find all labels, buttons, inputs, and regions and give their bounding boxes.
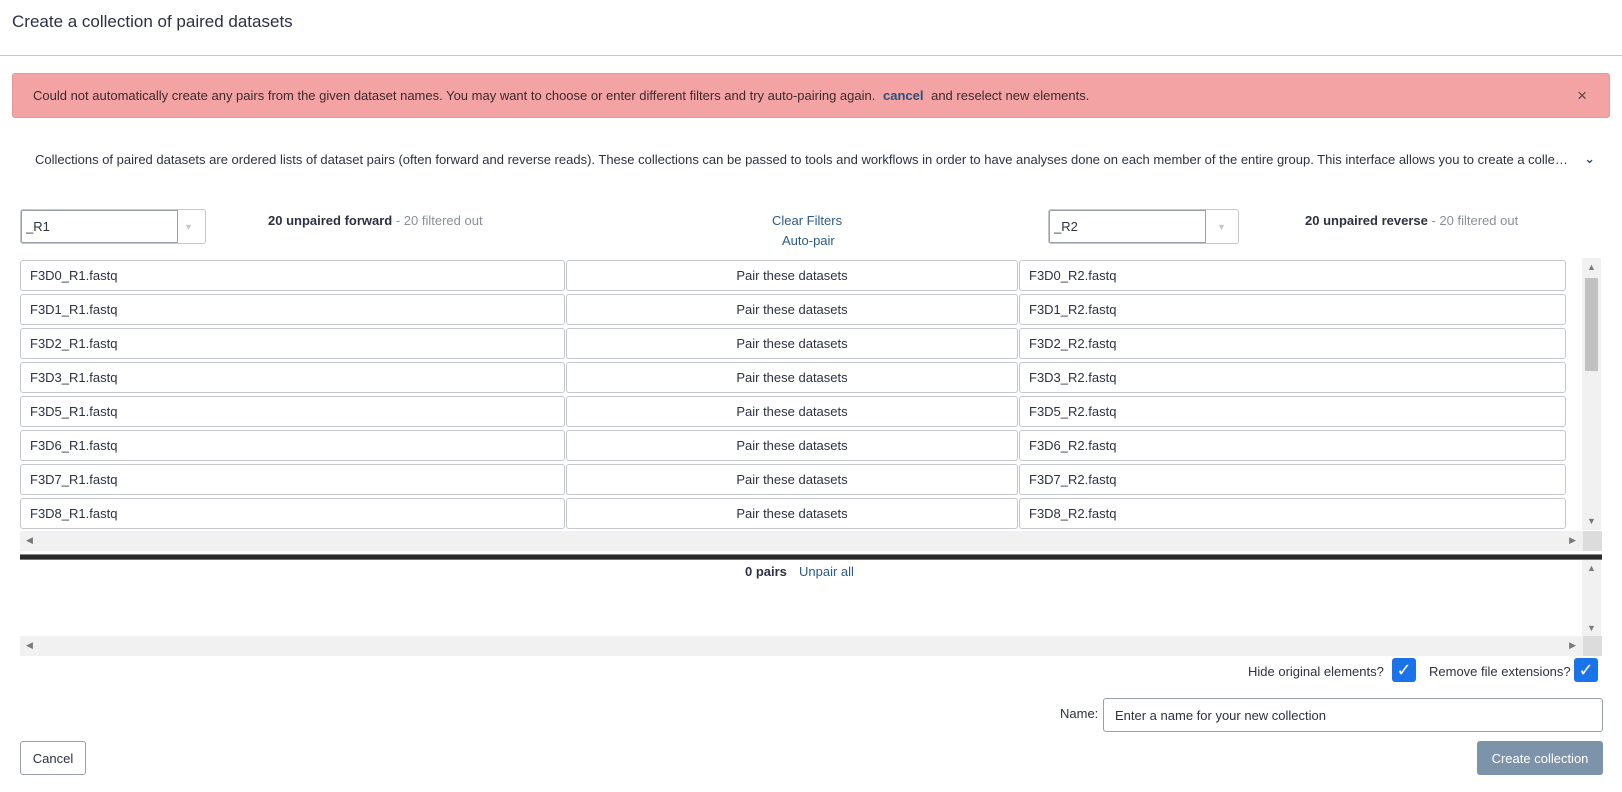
alert-cancel-link[interactable]: cancel bbox=[883, 88, 923, 103]
forward-dataset[interactable]: F3D0_R1.fastq bbox=[20, 260, 565, 291]
reverse-dataset[interactable]: F3D2_R2.fastq bbox=[1019, 328, 1566, 359]
clear-filters-link[interactable]: Clear Filters bbox=[772, 213, 842, 228]
page-title: Create a collection of paired datasets bbox=[12, 12, 293, 31]
pair-button[interactable]: Pair these datasets bbox=[566, 294, 1018, 325]
pair-button[interactable]: Pair these datasets bbox=[566, 430, 1018, 461]
forward-filter-input[interactable] bbox=[21, 210, 178, 243]
forward-count: 20 unpaired forward - 20 filtered out bbox=[268, 213, 483, 228]
unpaired-horizontal-scrollbar[interactable]: ◀ ▶ bbox=[20, 531, 1602, 551]
pair-button[interactable]: Pair these datasets bbox=[566, 362, 1018, 393]
dropdown-arrow-icon[interactable]: ▼ bbox=[1205, 210, 1238, 243]
pair-button[interactable]: Pair these datasets bbox=[566, 260, 1018, 291]
reverse-dataset[interactable]: F3D5_R2.fastq bbox=[1019, 396, 1566, 427]
paired-horizontal-scrollbar[interactable]: ◀ ▶ bbox=[20, 636, 1602, 656]
table-row: F3D8_R1.fastq Pair these datasets F3D8_R… bbox=[20, 498, 1582, 529]
reverse-count: 20 unpaired reverse - 20 filtered out bbox=[1305, 213, 1519, 228]
modal-header: Create a collection of paired datasets bbox=[0, 0, 1622, 56]
table-row: F3D3_R1.fastq Pair these datasets F3D3_R… bbox=[20, 362, 1582, 393]
reverse-dataset[interactable]: F3D0_R2.fastq bbox=[1019, 260, 1566, 291]
unpair-all-link[interactable]: Unpair all bbox=[799, 564, 854, 579]
reverse-dataset[interactable]: F3D8_R2.fastq bbox=[1019, 498, 1566, 529]
create-collection-button[interactable]: Create collection bbox=[1477, 741, 1603, 775]
forward-filter[interactable]: ▼ bbox=[20, 209, 206, 244]
unpaired-vertical-scrollbar[interactable]: ▲ ▼ bbox=[1582, 258, 1601, 530]
auto-pair-link[interactable]: Auto-pair bbox=[782, 233, 835, 248]
help-text: Collections of paired datasets are order… bbox=[35, 152, 1595, 167]
hide-original-label: Hide original elements? bbox=[1248, 664, 1384, 679]
scroll-right-icon[interactable]: ▶ bbox=[1569, 640, 1576, 651]
dropdown-arrow-icon[interactable]: ▼ bbox=[172, 210, 205, 243]
name-label: Name: bbox=[1060, 706, 1099, 721]
chevron-down-icon[interactable]: ⌄ bbox=[1584, 152, 1595, 167]
table-row: F3D5_R1.fastq Pair these datasets F3D5_R… bbox=[20, 396, 1582, 427]
pairs-count: 0 pairs bbox=[745, 564, 787, 579]
pair-button[interactable]: Pair these datasets bbox=[566, 328, 1018, 359]
scroll-down-icon[interactable]: ▼ bbox=[1587, 516, 1596, 526]
scroll-right-icon[interactable]: ▶ bbox=[1569, 535, 1576, 546]
scrollbar-corner bbox=[1583, 531, 1602, 551]
scrollbar-corner bbox=[1583, 636, 1602, 656]
scroll-left-icon[interactable]: ◀ bbox=[26, 535, 33, 546]
reverse-dataset[interactable]: F3D7_R2.fastq bbox=[1019, 464, 1566, 495]
close-icon[interactable]: × bbox=[1577, 86, 1587, 106]
forward-dataset[interactable]: F3D6_R1.fastq bbox=[20, 430, 565, 461]
scroll-up-icon[interactable]: ▲ bbox=[1587, 563, 1596, 573]
forward-dataset[interactable]: F3D1_R1.fastq bbox=[20, 294, 565, 325]
forward-dataset[interactable]: F3D5_R1.fastq bbox=[20, 396, 565, 427]
forward-dataset[interactable]: F3D8_R1.fastq bbox=[20, 498, 565, 529]
alert-text: Could not automatically create any pairs… bbox=[33, 88, 1090, 103]
remove-extensions-checkbox[interactable]: ✓ bbox=[1574, 658, 1598, 682]
scroll-left-icon[interactable]: ◀ bbox=[26, 640, 33, 651]
collection-name-input[interactable] bbox=[1103, 698, 1603, 732]
pair-button[interactable]: Pair these datasets bbox=[566, 396, 1018, 427]
reverse-dataset[interactable]: F3D6_R2.fastq bbox=[1019, 430, 1566, 461]
table-row: F3D0_R1.fastq Pair these datasets F3D0_R… bbox=[20, 260, 1582, 291]
pair-button[interactable]: Pair these datasets bbox=[566, 498, 1018, 529]
paired-list: 0 pairs Unpair all bbox=[20, 560, 1602, 636]
hide-original-checkbox[interactable]: ✓ bbox=[1392, 658, 1416, 682]
paired-vertical-scrollbar[interactable]: ▲ ▼ bbox=[1582, 560, 1601, 636]
cancel-button[interactable]: Cancel bbox=[20, 741, 86, 775]
reverse-dataset[interactable]: F3D1_R2.fastq bbox=[1019, 294, 1566, 325]
forward-dataset[interactable]: F3D3_R1.fastq bbox=[20, 362, 565, 393]
table-row: F3D7_R1.fastq Pair these datasets F3D7_R… bbox=[20, 464, 1582, 495]
table-row: F3D2_R1.fastq Pair these datasets F3D2_R… bbox=[20, 328, 1582, 359]
table-row: F3D1_R1.fastq Pair these datasets F3D1_R… bbox=[20, 294, 1582, 325]
reverse-filter[interactable]: ▼ bbox=[1048, 209, 1239, 244]
unpaired-list: F3D0_R1.fastq Pair these datasets F3D0_R… bbox=[20, 258, 1602, 530]
error-alert: Could not automatically create any pairs… bbox=[12, 73, 1610, 118]
scroll-down-icon[interactable]: ▼ bbox=[1587, 623, 1596, 633]
reverse-dataset[interactable]: F3D3_R2.fastq bbox=[1019, 362, 1566, 393]
forward-dataset[interactable]: F3D7_R1.fastq bbox=[20, 464, 565, 495]
scrollbar-thumb[interactable] bbox=[1585, 278, 1598, 371]
scroll-up-icon[interactable]: ▲ bbox=[1587, 262, 1596, 272]
reverse-filter-input[interactable] bbox=[1049, 210, 1206, 243]
forward-dataset[interactable]: F3D2_R1.fastq bbox=[20, 328, 565, 359]
table-row: F3D6_R1.fastq Pair these datasets F3D6_R… bbox=[20, 430, 1582, 461]
pair-button[interactable]: Pair these datasets bbox=[566, 464, 1018, 495]
remove-extensions-label: Remove file extensions? bbox=[1429, 664, 1571, 679]
